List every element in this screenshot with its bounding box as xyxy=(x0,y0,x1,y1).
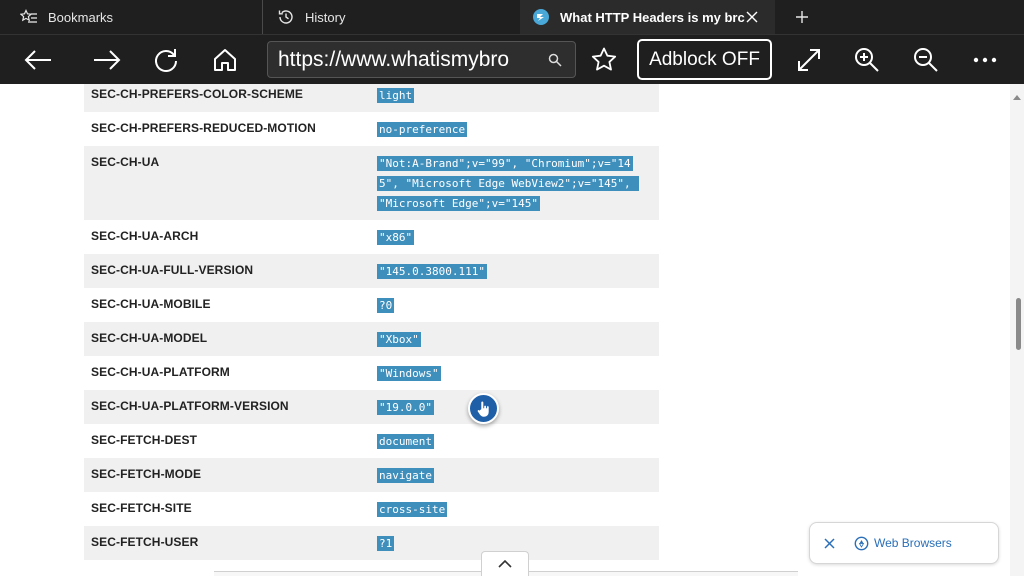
headers-table: SEC-CH-PREFERS-COLOR-SCHEME light SEC-CH… xyxy=(84,84,659,560)
header-name: SEC-CH-UA-MODEL xyxy=(91,331,208,345)
header-name: SEC-FETCH-DEST xyxy=(91,433,198,447)
search-icon[interactable] xyxy=(545,50,565,70)
table-row: SEC-CH-UA-PLATFORM "Windows" xyxy=(84,356,659,390)
header-value: "Not:A-Brand";v="99", "Chromium";v="145"… xyxy=(377,156,640,211)
tab-strip: Bookmarks History What HTTP Headers is m… xyxy=(0,0,1024,34)
header-value: ?1 xyxy=(377,536,395,551)
compass-icon xyxy=(854,536,869,551)
table-row: SEC-CH-UA-MOBILE ?0 xyxy=(84,288,659,322)
address-bar[interactable]: https://www.whatismybro xyxy=(267,41,576,78)
header-name: SEC-CH-PREFERS-REDUCED-MOTION xyxy=(91,121,316,135)
scrollbar-thumb[interactable] xyxy=(1016,298,1021,350)
tab-bookmarks-label: Bookmarks xyxy=(48,9,114,25)
home-icon[interactable] xyxy=(205,40,245,80)
header-value: "Xbox" xyxy=(377,332,421,347)
forward-arrow-icon[interactable] xyxy=(87,40,127,80)
header-name: SEC-FETCH-USER xyxy=(91,535,199,549)
header-value: no-preference xyxy=(377,122,468,137)
adblock-toggle-button[interactable]: Adblock OFF xyxy=(637,39,772,80)
table-row: SEC-FETCH-SITE cross-site xyxy=(84,492,659,526)
refresh-icon[interactable] xyxy=(146,40,186,80)
header-value: light xyxy=(377,88,415,103)
header-name: SEC-FETCH-SITE xyxy=(91,501,192,515)
table-row: SEC-FETCH-DEST document xyxy=(84,424,659,458)
bookmarks-icon xyxy=(18,6,40,28)
fullscreen-expand-icon[interactable] xyxy=(789,40,829,80)
hand-pointer-cursor-icon xyxy=(468,393,499,424)
web-browsers-label[interactable]: Web Browsers xyxy=(874,536,952,550)
site-favicon-icon xyxy=(530,6,552,28)
tab-active-label: What HTTP Headers is my brc xyxy=(560,9,745,25)
address-url-text[interactable]: https://www.whatismybro xyxy=(278,48,545,72)
close-chip-icon[interactable] xyxy=(822,536,836,550)
tab-bookmarks[interactable]: Bookmarks xyxy=(0,0,262,34)
header-name: SEC-CH-UA-ARCH xyxy=(91,229,199,243)
table-row: SEC-CH-UA-PLATFORM-VERSION "19.0.0" xyxy=(84,390,659,424)
new-tab-plus-icon[interactable] xyxy=(790,5,814,29)
header-name: SEC-CH-UA-PLATFORM-VERSION xyxy=(91,399,289,413)
header-value: cross-site xyxy=(377,502,448,517)
web-browsers-chip[interactable]: Web Browsers xyxy=(809,522,999,564)
header-name: SEC-FETCH-MODE xyxy=(91,467,202,481)
more-options-icon[interactable] xyxy=(965,40,1005,80)
header-value: document xyxy=(377,434,434,449)
table-row: SEC-CH-UA-ARCH "x86" xyxy=(84,220,659,254)
web-page: SEC-CH-PREFERS-COLOR-SCHEME light SEC-CH… xyxy=(0,84,1024,576)
header-value: ?0 xyxy=(377,298,395,313)
history-icon xyxy=(275,6,297,28)
header-value: "145.0.3800.111" xyxy=(377,264,487,279)
table-row: SEC-CH-UA-FULL-VERSION "145.0.3800.111" xyxy=(84,254,659,288)
header-name: SEC-CH-UA-FULL-VERSION xyxy=(91,263,254,277)
header-value: "x86" xyxy=(377,230,415,245)
header-name: SEC-CH-UA xyxy=(91,155,160,169)
header-value: navigate xyxy=(377,468,434,483)
table-row: SEC-CH-UA "Not:A-Brand";v="99", "Chromiu… xyxy=(84,146,659,220)
header-value: "Windows" xyxy=(377,366,441,381)
header-name: SEC-CH-UA-MOBILE xyxy=(91,297,211,311)
scroll-up-arrow-icon[interactable] xyxy=(1013,87,1021,100)
table-row: SEC-FETCH-MODE navigate xyxy=(84,458,659,492)
tab-active[interactable]: What HTTP Headers is my brc xyxy=(520,0,775,34)
close-tab-icon[interactable] xyxy=(743,8,761,26)
header-name: SEC-CH-PREFERS-COLOR-SCHEME xyxy=(91,87,304,101)
tab-history-label: History xyxy=(305,9,346,25)
navigation-toolbar: https://www.whatismybro Adblock OFF xyxy=(0,34,1024,84)
favorite-star-icon[interactable] xyxy=(584,40,624,80)
back-arrow-icon[interactable] xyxy=(18,40,58,80)
zoom-out-icon[interactable] xyxy=(906,40,946,80)
table-row: SEC-CH-PREFERS-COLOR-SCHEME light xyxy=(84,84,659,112)
zoom-in-icon[interactable] xyxy=(847,40,887,80)
tab-history[interactable]: History xyxy=(262,0,520,34)
header-value: "19.0.0" xyxy=(377,400,434,415)
table-row: SEC-CH-PREFERS-REDUCED-MOTION no-prefere… xyxy=(84,112,659,146)
table-row: SEC-FETCH-USER ?1 xyxy=(84,526,659,560)
chevron-up-icon[interactable] xyxy=(481,551,529,576)
header-name: SEC-CH-UA-PLATFORM xyxy=(91,365,230,379)
table-row: SEC-CH-UA-MODEL "Xbox" xyxy=(84,322,659,356)
